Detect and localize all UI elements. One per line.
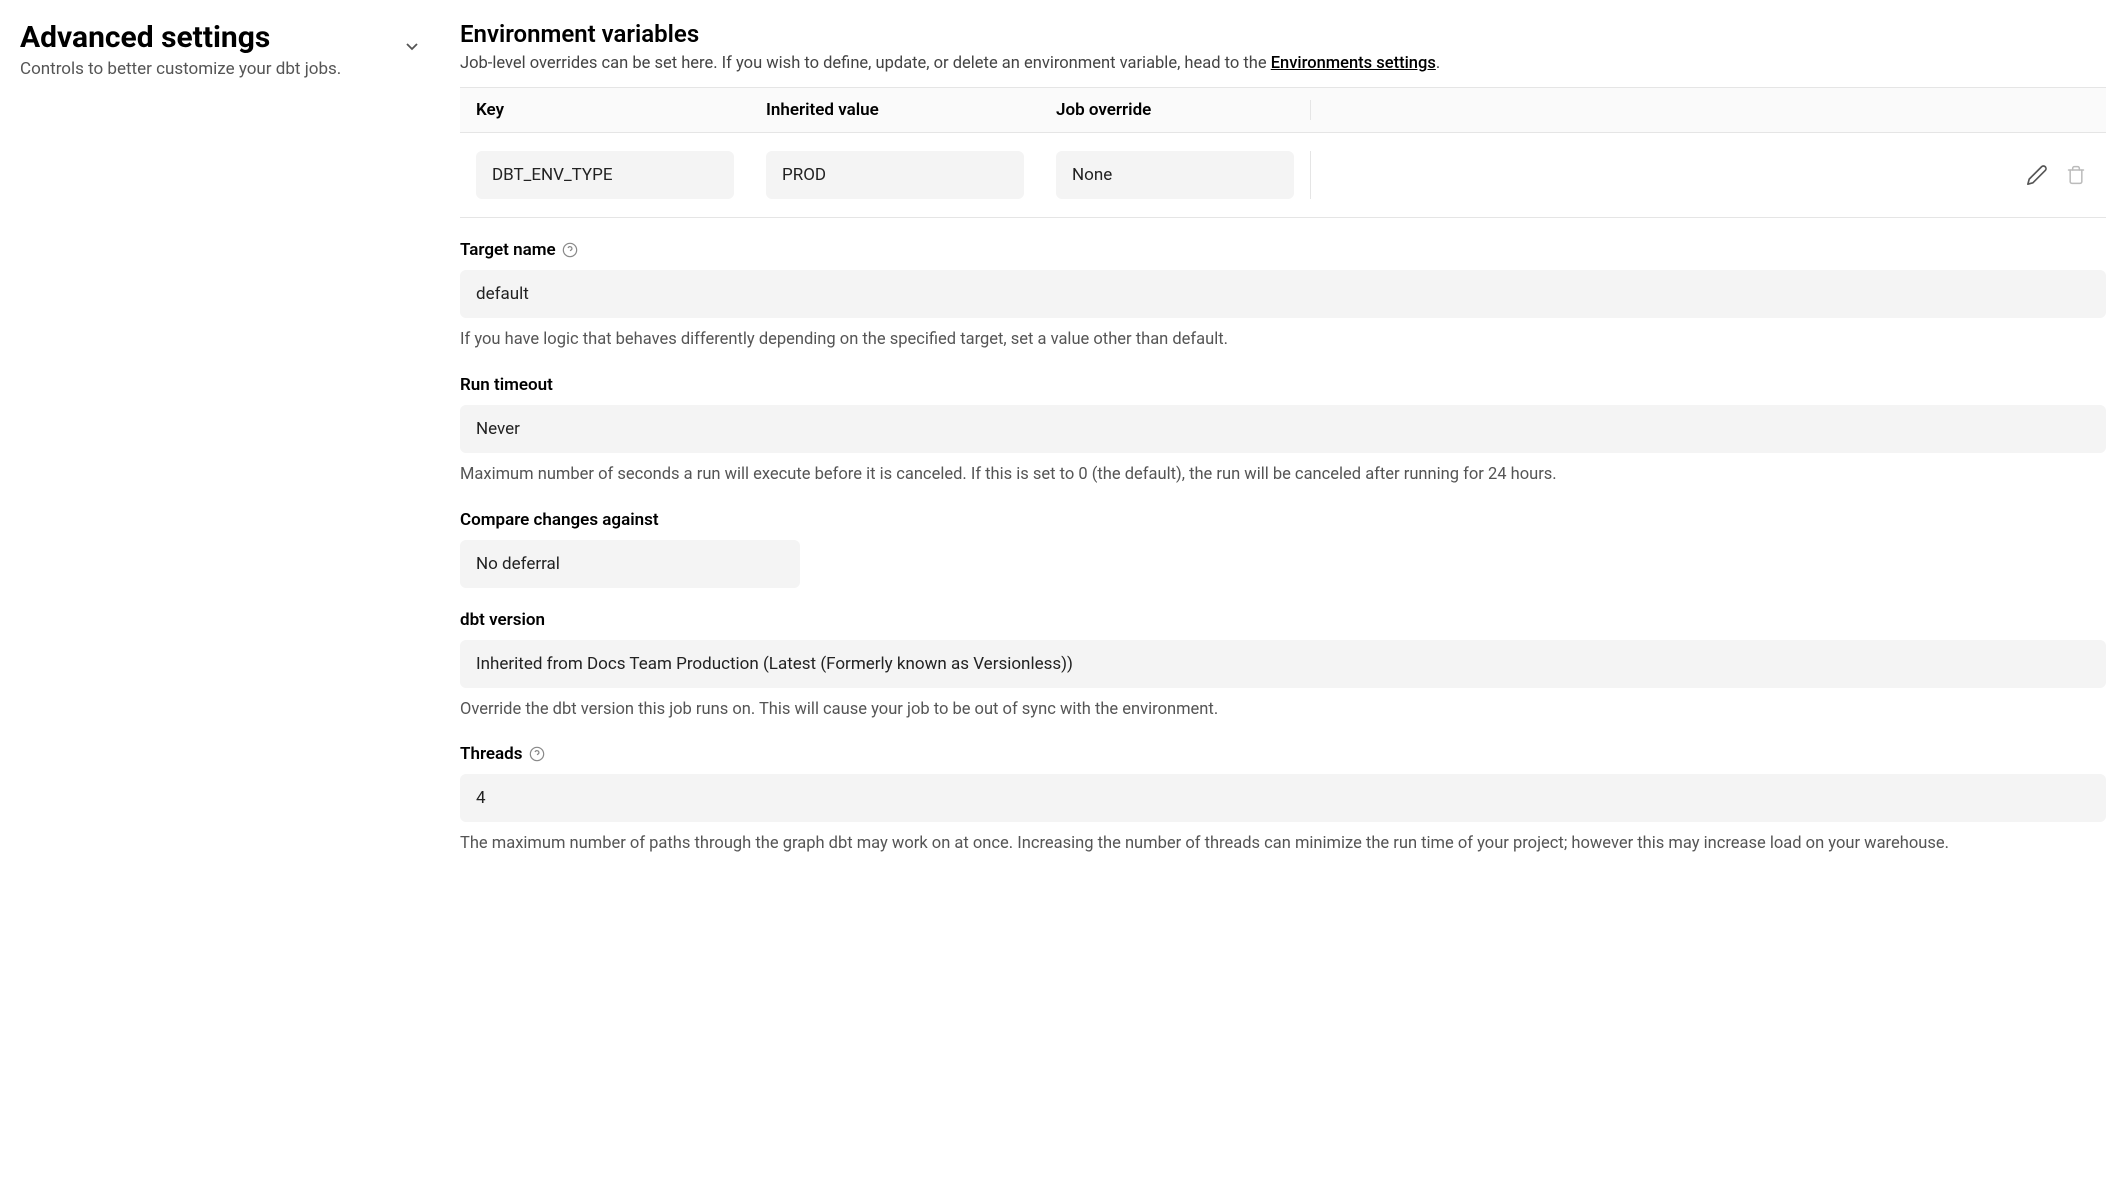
target-name-label: Target name (460, 240, 2106, 260)
sidebar-subtitle: Controls to better customize your dbt jo… (20, 59, 420, 79)
advanced-settings-sidebar: Advanced settings Controls to better cus… (20, 20, 420, 857)
run-timeout-input[interactable] (460, 405, 2106, 453)
trash-icon (2066, 165, 2086, 185)
dbt-version-group: dbt version Override the dbt version thi… (460, 610, 2106, 723)
sidebar-title: Advanced settings (20, 20, 420, 55)
env-var-override: None (1056, 151, 1294, 199)
run-timeout-group: Run timeout Maximum number of seconds a … (460, 375, 2106, 488)
env-header-inherited: Inherited value (750, 100, 1040, 120)
compare-changes-label: Compare changes against (460, 510, 2106, 530)
help-icon[interactable] (562, 242, 578, 258)
chevron-down-icon[interactable] (404, 38, 420, 58)
help-icon[interactable] (529, 746, 545, 762)
environments-settings-link[interactable]: Environments settings (1271, 54, 1436, 73)
env-header-key: Key (460, 100, 750, 120)
env-var-key: DBT_ENV_TYPE (476, 151, 734, 199)
target-name-help: If you have logic that behaves different… (460, 328, 2106, 353)
env-vars-description: Job-level overrides can be set here. If … (460, 54, 2106, 73)
threads-label: Threads (460, 744, 2106, 764)
threads-group: Threads The maximum number of paths thro… (460, 744, 2106, 857)
env-header-actions (1310, 100, 2106, 120)
compare-changes-group: Compare changes against (460, 510, 2106, 588)
settings-main: Environment variables Job-level override… (460, 20, 2106, 857)
env-header-override: Job override (1040, 100, 1310, 120)
run-timeout-label: Run timeout (460, 375, 2106, 395)
threads-input[interactable] (460, 774, 2106, 822)
run-timeout-help: Maximum number of seconds a run will exe… (460, 463, 2106, 488)
env-vars-desc-prefix: Job-level overrides can be set here. If … (460, 54, 1271, 73)
env-var-inherited: PROD (766, 151, 1024, 199)
env-vars-title: Environment variables (460, 20, 2106, 48)
env-vars-header-row: Key Inherited value Job override (460, 88, 2106, 133)
table-row: DBT_ENV_TYPE PROD None (460, 133, 2106, 217)
target-name-group: Target name If you have logic that behav… (460, 240, 2106, 353)
threads-help: The maximum number of paths through the … (460, 832, 2106, 857)
env-vars-desc-suffix: . (1436, 54, 1440, 73)
compare-changes-input[interactable] (460, 540, 800, 588)
pencil-icon[interactable] (2026, 164, 2048, 186)
dbt-version-help: Override the dbt version this job runs o… (460, 698, 2106, 723)
target-name-input[interactable] (460, 270, 2106, 318)
dbt-version-input[interactable] (460, 640, 2106, 688)
dbt-version-label: dbt version (460, 610, 2106, 630)
env-vars-table: Key Inherited value Job override DBT_ENV… (460, 87, 2106, 218)
